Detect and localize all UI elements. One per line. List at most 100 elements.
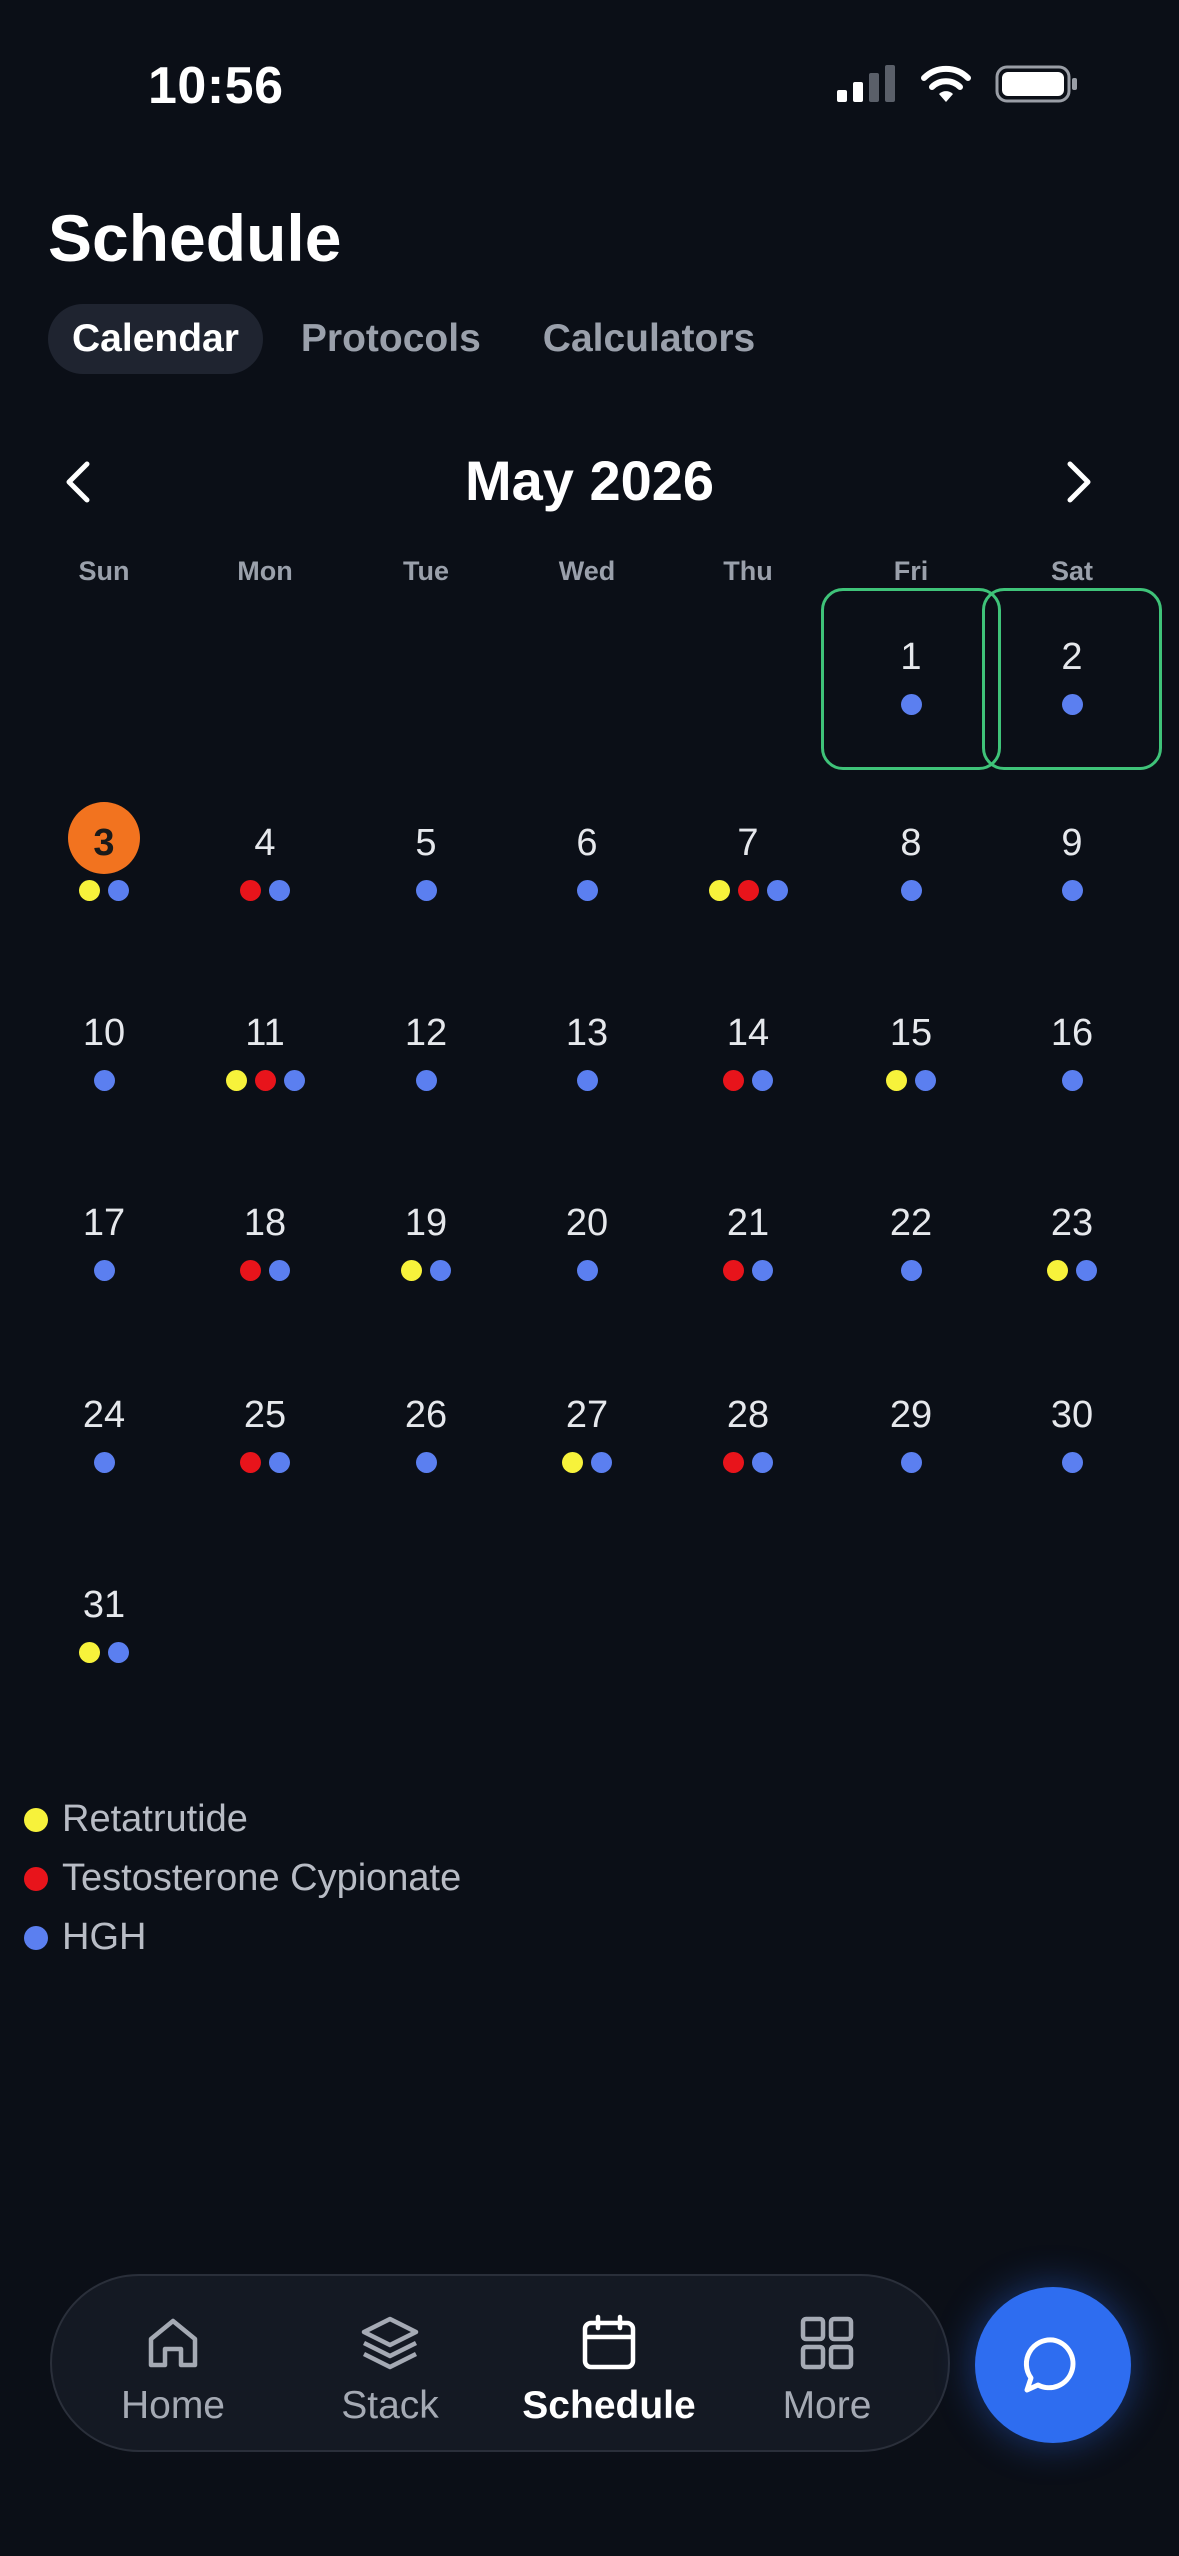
day-number: 24 <box>82 1394 126 1436</box>
calendar-day-28[interactable]: 28 <box>668 1394 829 1564</box>
calendar-day-19[interactable]: 19 <box>346 1202 507 1372</box>
legend: Retatrutide Testosterone Cypionate HGH <box>24 1790 461 1967</box>
day-number: 31 <box>82 1584 126 1626</box>
calendar-day-11[interactable]: 11 <box>185 1012 346 1182</box>
calendar-day-31[interactable]: 31 <box>24 1584 185 1754</box>
calendar-day-14[interactable]: 14 <box>668 1012 829 1182</box>
day-number: 14 <box>726 1012 770 1054</box>
dose-dots <box>668 880 829 901</box>
calendar-day-15[interactable]: 15 <box>831 1012 992 1182</box>
legend-item: HGH <box>24 1908 461 1967</box>
hgh-dot <box>1061 1070 1083 1091</box>
hgh-dot <box>766 880 788 901</box>
day-number: 4 <box>254 822 276 864</box>
calendar-day-16[interactable]: 16 <box>992 1012 1153 1182</box>
retatrutide-dot <box>79 880 100 901</box>
retatrutide-dot <box>886 1070 907 1091</box>
hgh-dot <box>269 1452 290 1473</box>
dose-dots <box>346 1070 507 1091</box>
legend-label: Retatrutide <box>62 1798 248 1840</box>
calendar-icon <box>582 2314 636 2370</box>
testosterone-dot <box>723 1452 744 1473</box>
chat-button[interactable] <box>975 2287 1131 2443</box>
calendar-day-22[interactable]: 22 <box>831 1202 992 1372</box>
retatrutide-dot <box>1047 1260 1068 1281</box>
dose-dots <box>668 1260 829 1281</box>
tabbar-label-stack: Stack <box>341 2384 439 2427</box>
tabbar-item-schedule[interactable]: Schedule <box>509 2310 709 2428</box>
calendar-day-17[interactable]: 17 <box>24 1202 185 1372</box>
grid-icon <box>800 2316 854 2370</box>
legend-label: HGH <box>62 1916 147 1958</box>
tabbar-item-more[interactable]: More <box>727 2310 927 2428</box>
calendar-day-26[interactable]: 26 <box>346 1394 507 1564</box>
day-number: 29 <box>889 1394 933 1436</box>
dose-dots <box>507 1260 668 1281</box>
legend-label: Testosterone Cypionate <box>62 1857 462 1899</box>
dose-dots <box>831 1260 992 1281</box>
calendar-day-25[interactable]: 25 <box>185 1394 346 1564</box>
hgh-dot <box>915 1070 936 1091</box>
hgh-dot <box>269 1260 290 1281</box>
day-number: 16 <box>1050 1012 1094 1054</box>
day-number: 10 <box>82 1012 126 1054</box>
calendar-day-3[interactable]: 3 <box>24 802 185 992</box>
calendar-day-27[interactable]: 27 <box>507 1394 668 1564</box>
day-number: 5 <box>415 822 437 864</box>
calendar-day-13[interactable]: 13 <box>507 1012 668 1182</box>
testosterone-dot <box>723 1070 744 1091</box>
calendar-day-24[interactable]: 24 <box>24 1394 185 1564</box>
day-number: 20 <box>565 1202 609 1244</box>
hgh-dot <box>900 694 922 715</box>
day-number: 17 <box>82 1202 126 1244</box>
hgh-dot <box>576 880 598 901</box>
calendar-day-23[interactable]: 23 <box>992 1202 1153 1372</box>
dose-dots <box>185 1260 346 1281</box>
dose-dots <box>346 1452 507 1473</box>
dose-dots <box>992 694 1153 715</box>
day-number: 8 <box>900 822 922 864</box>
calendar-day-29[interactable]: 29 <box>831 1394 992 1564</box>
hgh-dot <box>415 880 437 901</box>
dose-dots <box>831 1452 992 1473</box>
calendar-day-8[interactable]: 8 <box>831 822 992 992</box>
tabbar-item-stack[interactable]: Stack <box>290 2310 490 2428</box>
hgh-dot <box>900 1452 922 1473</box>
dose-dots <box>831 880 992 901</box>
dose-dots <box>668 1070 829 1091</box>
calendar-day-4[interactable]: 4 <box>185 822 346 992</box>
calendar-day-21[interactable]: 21 <box>668 1202 829 1372</box>
selected-day-outline <box>821 588 1001 770</box>
retatrutide-dot <box>225 1070 247 1091</box>
day-number: 9 <box>1061 822 1083 864</box>
tabbar-item-home[interactable]: Home <box>73 2310 273 2428</box>
dose-dots <box>992 1260 1153 1281</box>
calendar-day-20[interactable]: 20 <box>507 1202 668 1372</box>
calendar-day-12[interactable]: 12 <box>346 1012 507 1182</box>
day-number: 7 <box>737 822 759 864</box>
hgh-dot <box>108 880 129 901</box>
calendar-day-7[interactable]: 7 <box>668 822 829 992</box>
calendar-day-6[interactable]: 6 <box>507 822 668 992</box>
dose-dots <box>24 1260 185 1281</box>
calendar-day-1[interactable]: 1 <box>821 588 1001 806</box>
calendar-day-18[interactable]: 18 <box>185 1202 346 1372</box>
hgh-dot <box>591 1452 612 1473</box>
calendar-day-9[interactable]: 9 <box>992 822 1153 992</box>
calendar-day-30[interactable]: 30 <box>992 1394 1153 1564</box>
day-number: 3 <box>93 822 115 864</box>
testosterone-dot <box>240 880 261 901</box>
hgh-dot <box>269 880 290 901</box>
dose-dots <box>185 1452 346 1473</box>
hgh-dot <box>108 1642 129 1663</box>
calendar-day-2[interactable]: 2 <box>982 588 1162 806</box>
calendar-day-10[interactable]: 10 <box>24 1012 185 1182</box>
calendar-grid: 1 2 3 4 5 6 7 8 9 10 11 12 13 14 15 16 17 18 19 20 21 22 23 24 2… <box>0 0 1179 1800</box>
day-number: 25 <box>243 1394 287 1436</box>
dose-dots <box>831 1070 992 1091</box>
tabbar-label-schedule: Schedule <box>522 2384 696 2427</box>
day-number: 23 <box>1050 1202 1094 1244</box>
calendar-day-5[interactable]: 5 <box>346 822 507 992</box>
day-number: 12 <box>404 1012 448 1054</box>
hgh-dot <box>415 1452 437 1473</box>
